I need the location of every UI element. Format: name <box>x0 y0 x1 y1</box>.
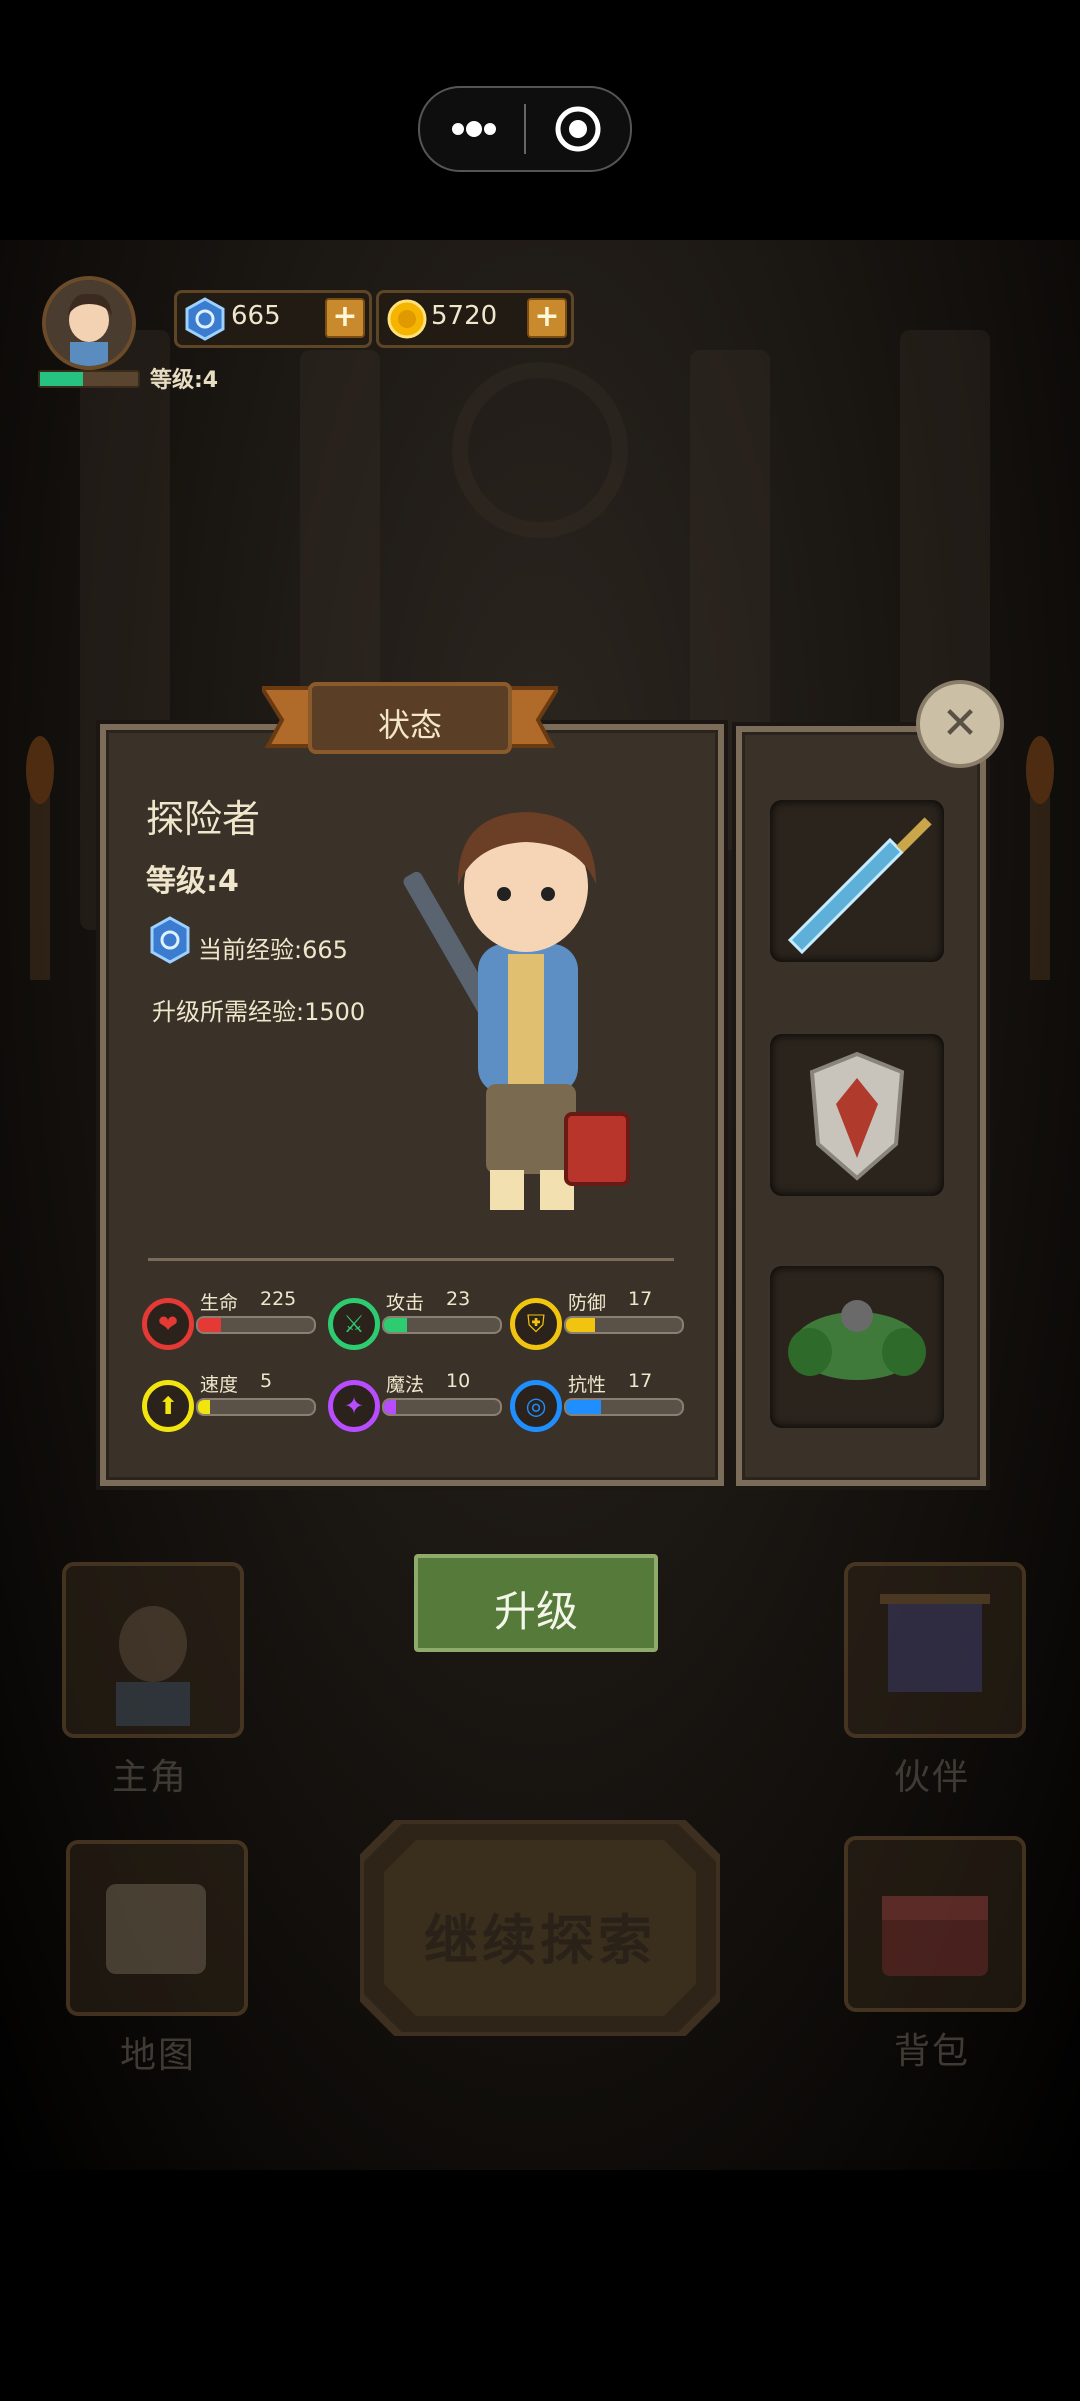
add-gems-button[interactable]: + <box>325 298 365 338</box>
more-menu-icon[interactable] <box>434 100 514 158</box>
hero-menu-label: 主角 <box>112 1757 189 1798</box>
status-title: 状态 <box>377 706 442 744</box>
stat-bar <box>196 1398 316 1416</box>
map-scroll-icon <box>106 1884 206 1974</box>
stat-bar <box>382 1398 502 1416</box>
hero-portrait-icon <box>46 280 132 366</box>
stat-0: ❤ 生命 225 <box>142 1288 322 1356</box>
status-title-banner: 状态 <box>262 680 558 760</box>
character-level: 等级:4 <box>146 864 239 899</box>
stat-bar <box>564 1316 684 1334</box>
stat-value: 10 <box>446 1370 471 1392</box>
stat-value: 225 <box>260 1288 297 1310</box>
gem-count: 665 <box>231 301 281 331</box>
hud-level-label: 等级:4 <box>150 368 219 393</box>
stat-5: ◎ 抗性 17 <box>510 1370 690 1438</box>
stat-bar-fill <box>566 1318 595 1332</box>
sword-icon <box>787 817 932 955</box>
stat-label: 魔法 <box>386 1374 425 1396</box>
map-menu-button[interactable] <box>66 1840 248 2016</box>
stat-bar-fill <box>384 1318 408 1332</box>
hero-menu-icon <box>116 1606 190 1726</box>
speed-arrow-icon: ⬆ <box>142 1380 194 1432</box>
magic-flame-icon: ✦ <box>328 1380 380 1432</box>
exp-bar <box>38 370 140 388</box>
map-menu-label: 地图 <box>120 2035 197 2076</box>
shield-slot[interactable] <box>770 1034 944 1196</box>
stat-value: 17 <box>628 1370 653 1392</box>
gold-counter: 5720 + <box>376 290 574 348</box>
blue-gem-icon <box>185 297 225 341</box>
continue-explore-label: 继续探索 <box>424 1909 656 1972</box>
heart-icon: ❤ <box>142 1298 194 1350</box>
stat-bar <box>382 1316 502 1334</box>
gold-count: 5720 <box>431 301 498 331</box>
explorer-character-illustration <box>403 812 630 1210</box>
armor-slot[interactable] <box>770 1266 944 1428</box>
shield-icon <box>809 1051 905 1181</box>
partner-menu-button[interactable] <box>844 1562 1026 1738</box>
treasure-chest-icon <box>882 1896 988 1976</box>
shield-defense-icon: ⛨ <box>510 1298 562 1350</box>
capsule-divider <box>524 104 526 154</box>
exp-gem-icon <box>150 916 190 964</box>
exp-bar-fill <box>40 372 84 386</box>
player-avatar[interactable] <box>42 276 136 370</box>
stat-label: 生命 <box>200 1292 239 1314</box>
close-button[interactable]: ✕ <box>916 680 1004 768</box>
required-exp: 升级所需经验:1500 <box>152 998 366 1026</box>
close-icon: ✕ <box>941 698 979 749</box>
stat-value: 5 <box>260 1370 273 1392</box>
bag-menu-label: 背包 <box>894 2031 971 2072</box>
current-exp: 当前经验:665 <box>198 936 348 964</box>
stat-value: 17 <box>628 1288 653 1310</box>
stat-label: 攻击 <box>386 1292 425 1314</box>
armor-icon <box>788 1300 926 1380</box>
stat-bar-fill <box>198 1318 222 1332</box>
stat-label: 防御 <box>568 1292 607 1314</box>
close-miniprogram-icon[interactable] <box>538 100 618 158</box>
status-divider <box>148 1258 674 1261</box>
partner-menu-label: 伙伴 <box>894 1757 971 1798</box>
gold-coin-icon <box>387 299 427 339</box>
bag-menu-button[interactable] <box>844 1836 1026 2012</box>
stat-bar-fill <box>566 1400 601 1414</box>
upgrade-button[interactable]: 升级 <box>414 1554 658 1652</box>
weapon-slot[interactable] <box>770 800 944 962</box>
stat-1: ⚔ 攻击 23 <box>328 1288 508 1356</box>
character-name: 探险者 <box>146 797 261 841</box>
stat-value: 23 <box>446 1288 471 1310</box>
stat-3: ⬆ 速度 5 <box>142 1370 322 1438</box>
stat-bar-fill <box>198 1400 210 1414</box>
sword-attack-icon: ⚔ <box>328 1298 380 1350</box>
gem-counter: 665 + <box>174 290 372 348</box>
stat-4: ✦ 魔法 10 <box>328 1370 508 1438</box>
banner-icon <box>880 1594 990 1692</box>
continue-explore-button[interactable]: 继续探索 <box>360 1820 720 2036</box>
stat-label: 速度 <box>200 1374 239 1396</box>
hero-menu-button[interactable] <box>62 1562 244 1738</box>
miniprogram-capsule <box>418 86 632 172</box>
add-gold-button[interactable]: + <box>527 298 567 338</box>
stat-bar <box>196 1316 316 1334</box>
resistance-ring-icon: ◎ <box>510 1380 562 1432</box>
upgrade-button-label: 升级 <box>493 1587 578 1636</box>
stat-bar-fill <box>384 1400 396 1414</box>
stat-bar <box>564 1398 684 1416</box>
stat-label: 抗性 <box>568 1374 607 1396</box>
stat-2: ⛨ 防御 17 <box>510 1288 690 1356</box>
